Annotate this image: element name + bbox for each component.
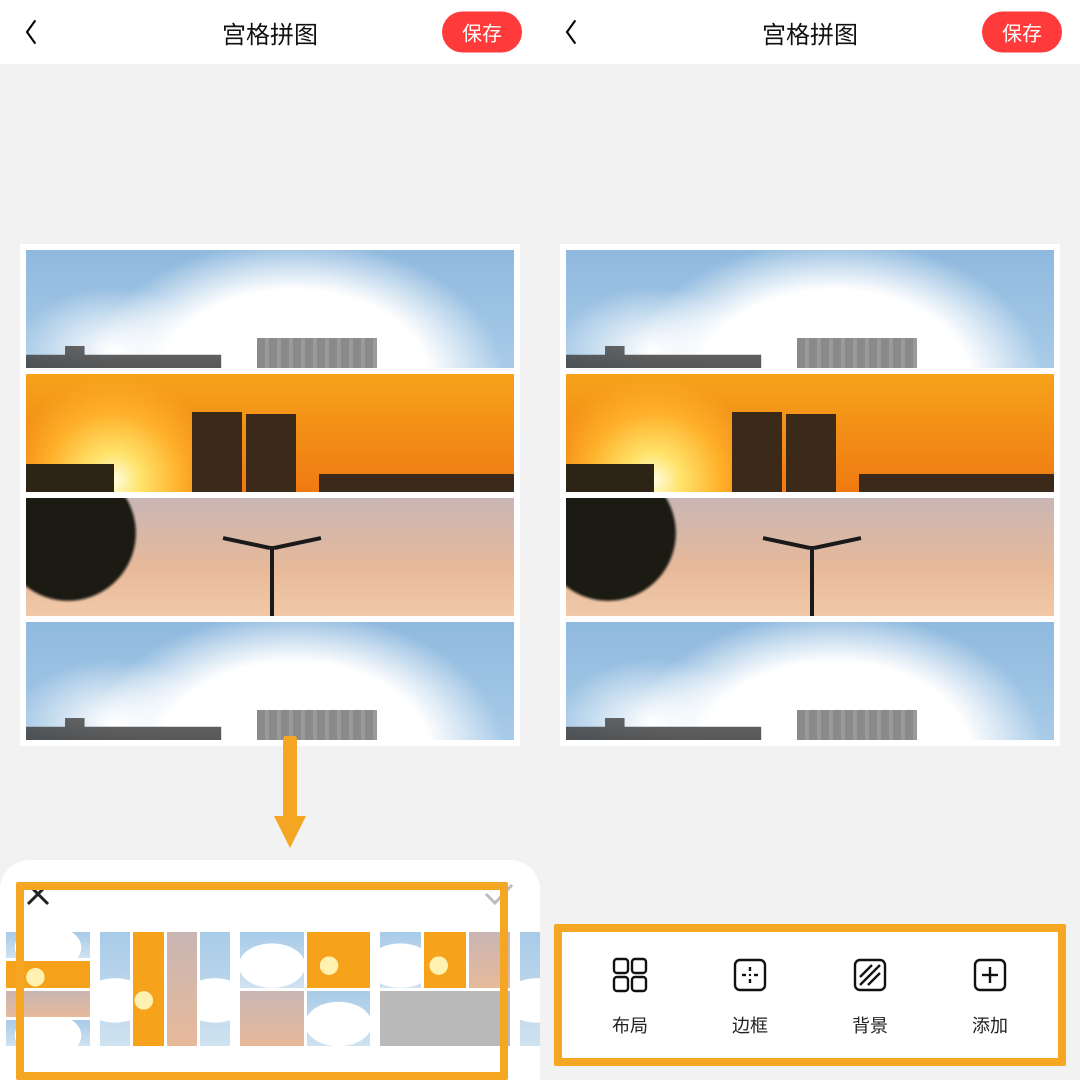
background-icon xyxy=(847,952,893,998)
layout-option[interactable] xyxy=(520,932,540,1046)
back-button[interactable] xyxy=(14,14,50,50)
collage-pane[interactable] xyxy=(566,374,1054,492)
tool-label: 背景 xyxy=(852,1012,888,1038)
plus-icon xyxy=(967,952,1013,998)
tool-layout[interactable]: 布局 xyxy=(607,952,653,1038)
bottom-toolbar: 布局 边框 xyxy=(560,930,1060,1060)
collage-pane[interactable] xyxy=(26,622,514,740)
layout-thumbnails[interactable] xyxy=(0,932,540,1046)
collage-pane[interactable] xyxy=(566,250,1054,368)
layout-drawer xyxy=(0,860,540,1080)
grid-layout-icon xyxy=(607,952,653,998)
collage-pane[interactable] xyxy=(26,250,514,368)
layout-option[interactable] xyxy=(100,932,230,1046)
collage-pane[interactable] xyxy=(566,498,1054,616)
collage-pane[interactable] xyxy=(26,498,514,616)
back-button[interactable] xyxy=(554,14,590,50)
collage-canvas[interactable] xyxy=(20,244,520,746)
collage-canvas[interactable] xyxy=(560,244,1060,746)
layout-option[interactable] xyxy=(380,932,510,1046)
save-button[interactable]: 保存 xyxy=(982,12,1062,53)
layout-option[interactable] xyxy=(240,932,370,1046)
page-title: 宫格拼图 xyxy=(222,15,318,50)
save-button[interactable]: 保存 xyxy=(442,12,522,53)
drawer-confirm-button[interactable] xyxy=(482,880,516,913)
annotation-arrow-icon xyxy=(270,736,310,852)
tool-background[interactable]: 背景 xyxy=(847,952,893,1038)
tool-label: 添加 xyxy=(972,1012,1008,1038)
border-icon xyxy=(727,952,773,998)
top-bar: 宫格拼图 保存 xyxy=(0,0,540,64)
screen-layout-picker: 宫格拼图 保存 xyxy=(0,0,540,1080)
collage-pane[interactable] xyxy=(26,374,514,492)
screen-main-tools: 宫格拼图 保存 xyxy=(540,0,1080,1080)
collage-pane[interactable] xyxy=(566,622,1054,740)
top-bar: 宫格拼图 保存 xyxy=(540,0,1080,64)
drawer-close-button[interactable] xyxy=(24,880,52,913)
layout-option[interactable] xyxy=(6,932,90,1046)
tool-add[interactable]: 添加 xyxy=(967,952,1013,1038)
tool-label: 布局 xyxy=(612,1012,648,1038)
page-title: 宫格拼图 xyxy=(762,15,858,50)
tool-border[interactable]: 边框 xyxy=(727,952,773,1038)
tool-label: 边框 xyxy=(732,1012,768,1038)
